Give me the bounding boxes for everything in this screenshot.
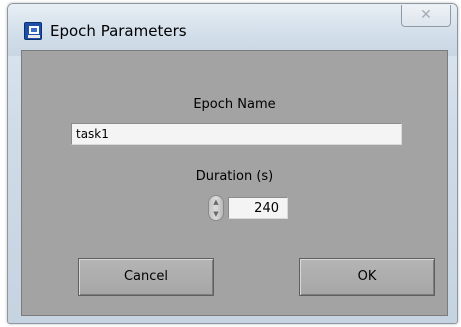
- stepper-up-icon[interactable]: ▲: [209, 196, 223, 208]
- epoch-name-label: Epoch Name: [193, 97, 276, 112]
- dialog-window: Epoch Parameters ✕ Epoch Name Duration (…: [7, 3, 458, 324]
- duration-stepper[interactable]: ▲ ▼: [208, 195, 224, 221]
- stepper-down-icon[interactable]: ▼: [209, 208, 223, 220]
- window-title: Epoch Parameters: [50, 22, 187, 40]
- title-bar[interactable]: Epoch Parameters ✕: [8, 4, 457, 56]
- ok-button[interactable]: OK: [299, 258, 435, 296]
- close-button[interactable]: ✕: [401, 5, 451, 27]
- dialog-content: Epoch Name Duration (s) ▲ ▼ 240 Cancel O…: [21, 50, 448, 316]
- duration-input[interactable]: 240: [228, 197, 288, 219]
- epoch-name-input[interactable]: [71, 123, 402, 145]
- duration-label: Duration (s): [195, 169, 274, 184]
- close-icon: ✕: [420, 7, 432, 23]
- cancel-button[interactable]: Cancel: [78, 258, 214, 296]
- app-icon: [24, 22, 42, 40]
